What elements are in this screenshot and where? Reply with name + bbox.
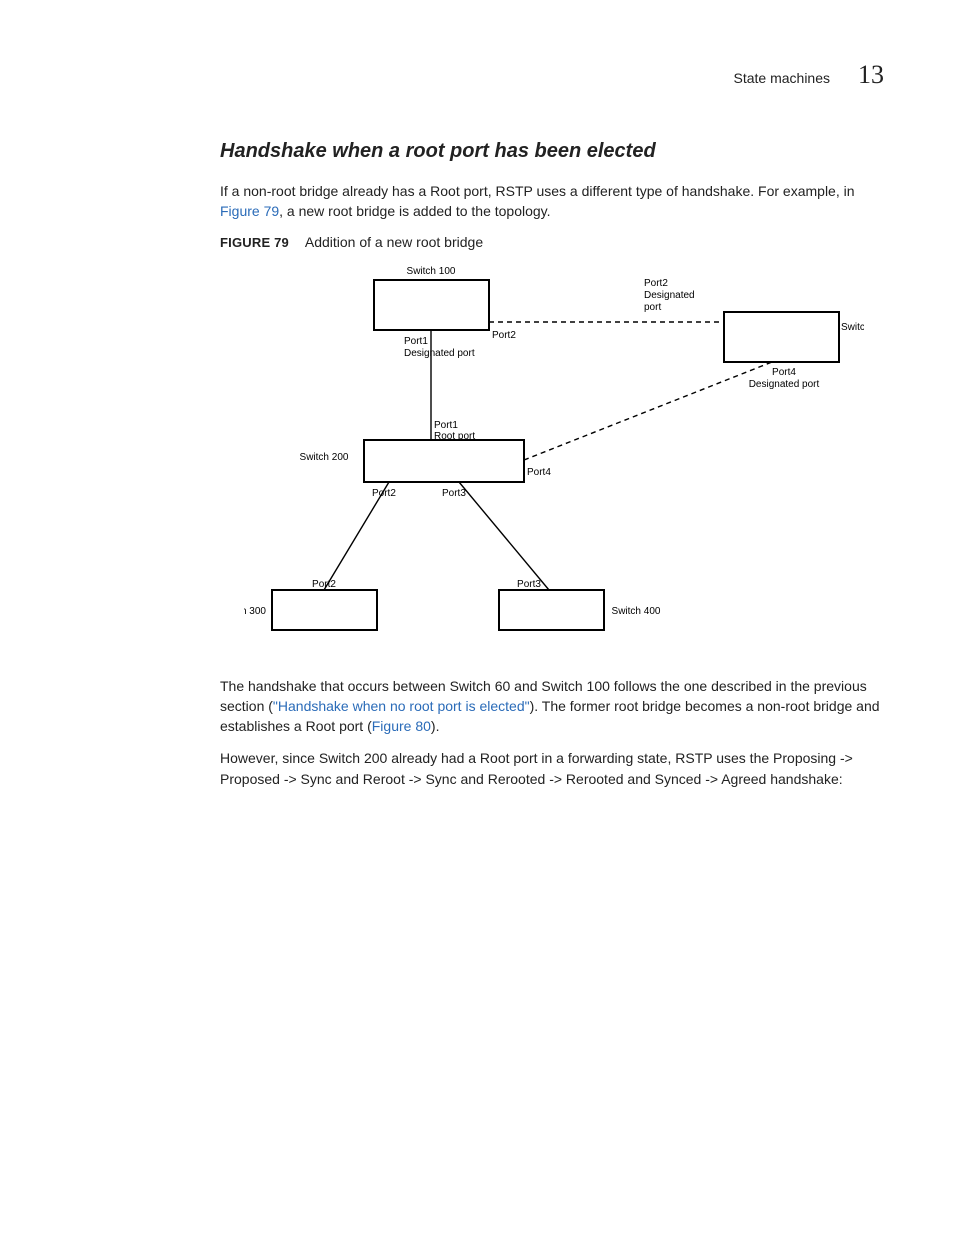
figure-79-link[interactable]: Figure 79 (220, 203, 279, 219)
p1root-1: Port1 (434, 420, 458, 431)
p1root-2: Root port (434, 431, 475, 442)
header-pagenum: 13 (858, 60, 884, 90)
sw300-label: Switch 300 (244, 606, 266, 617)
content: Handshake when a root port has been elec… (220, 140, 884, 789)
page: State machines 13 Handshake when a root … (0, 0, 954, 861)
handshake-xref-link[interactable]: "Handshake when no root port is elected" (273, 698, 530, 714)
p2desig-2: Designated (644, 290, 695, 301)
p1desig-2: Designated port (404, 348, 475, 359)
p1-text-b: , a new root bridge is added to the topo… (279, 203, 550, 219)
sw100-label: Switch 100 (407, 266, 456, 277)
sw400-label: Switch 400 (612, 606, 661, 617)
sw400-port3: Port3 (517, 579, 541, 590)
figure-caption: FIGURE 79 Addition of a new root bridge (220, 234, 884, 250)
sw200-port4: Port4 (527, 467, 551, 478)
p1desig-1: Port1 (404, 336, 428, 347)
diagram: Switch 100 Switch 60 Port2 Port2 Designa… (244, 260, 884, 660)
sw100-port2: Port2 (492, 330, 516, 341)
p2desig-1: Port2 (644, 278, 668, 289)
paragraph-2: The handshake that occurs between Switch… (220, 676, 884, 737)
figure-title: Addition of a new root bridge (305, 234, 483, 250)
sw60-label: Switch 60 (841, 322, 864, 333)
paragraph-3: However, since Switch 200 already had a … (220, 748, 884, 789)
header-section: State machines (734, 70, 831, 86)
paragraph-1: If a non-root bridge already has a Root … (220, 181, 884, 222)
figure-label: FIGURE 79 (220, 235, 289, 250)
figure-80-link[interactable]: Figure 80 (372, 718, 431, 734)
sw200-label: Switch 200 (300, 452, 349, 463)
topology-svg: Switch 100 Switch 60 Port2 Port2 Designa… (244, 260, 864, 660)
section-title: Handshake when a root port has been elec… (220, 140, 884, 163)
p4desig-1: Port4 (772, 367, 796, 378)
p2desig-3: port (644, 302, 661, 313)
sw200-port3: Port3 (442, 488, 466, 499)
sw300-port2: Port2 (312, 579, 336, 590)
p2-text-c: ). (431, 718, 440, 734)
page-header: State machines 13 (70, 60, 884, 90)
p1-text-a: If a non-root bridge already has a Root … (220, 183, 855, 199)
p4desig-2: Designated port (749, 379, 820, 390)
